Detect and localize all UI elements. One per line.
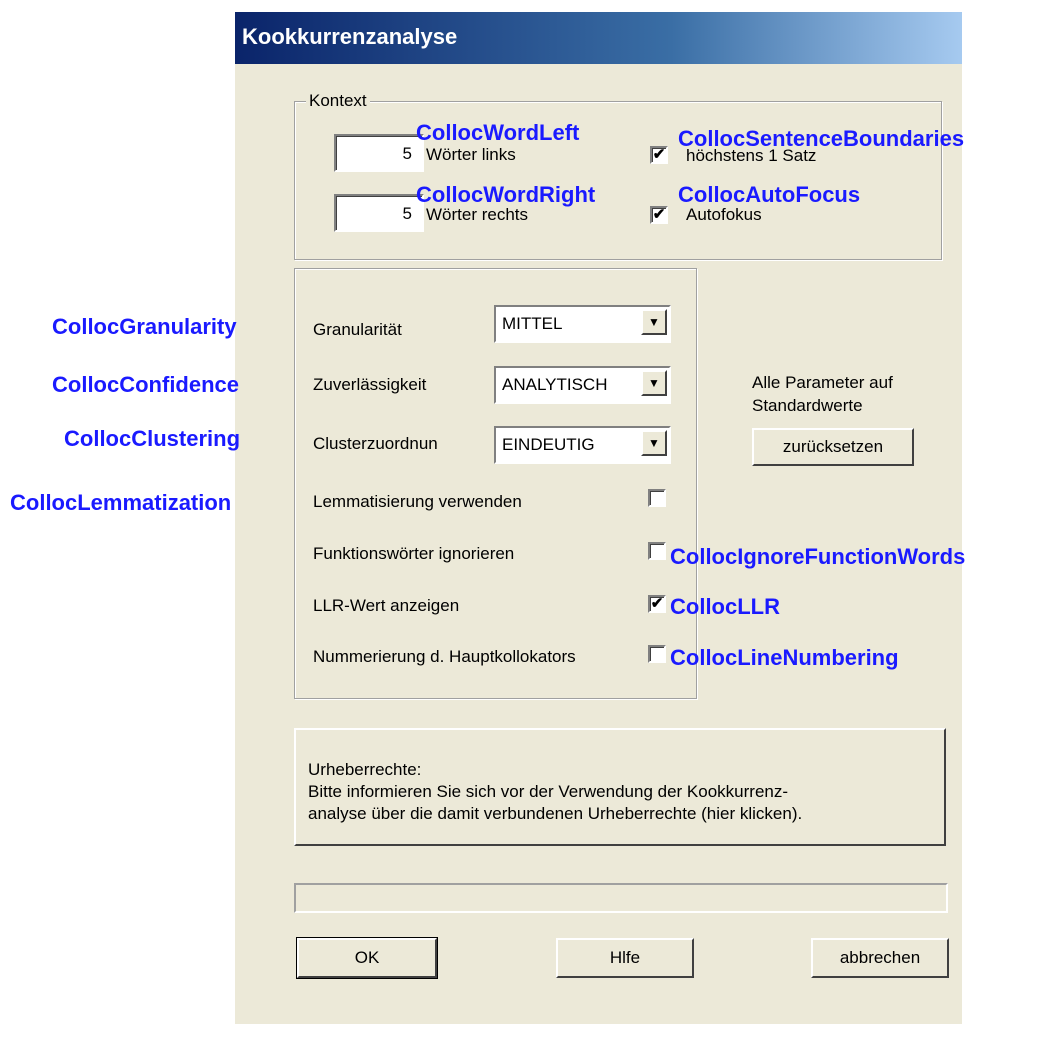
numbering-checkbox[interactable] <box>648 645 666 663</box>
annotation-autofocus: CollocAutoFocus <box>678 182 861 207</box>
copyright-line2: Bitte informieren Sie sich vor der Verwe… <box>308 782 789 801</box>
copyright-line3: analyse über die damit verbundenen Urheb… <box>308 804 803 823</box>
annotation-line-numbering: CollocLineNumbering <box>670 645 899 670</box>
numbering-label: Nummerierung d. Hauptkollokators <box>313 647 576 666</box>
autofocus-label: Autofokus <box>686 205 762 224</box>
annotation-confidence: CollocConfidence <box>52 372 240 397</box>
copyright-button[interactable]: Urheberrechte: Bitte informieren Sie sic… <box>294 728 946 846</box>
llr-label: LLR-Wert anzeigen <box>313 596 460 615</box>
ok-button-label: OK <box>354 948 380 967</box>
granularity-value: MITTEL <box>502 314 563 333</box>
words-right-value: 5 <box>402 204 412 223</box>
granularity-label: Granularität <box>313 320 402 339</box>
chevron-down-icon[interactable]: ▼ <box>641 430 667 456</box>
autofocus-checkbox[interactable]: ✔ <box>650 206 668 224</box>
annotation-llr: CollocLLR <box>670 594 780 619</box>
copyright-line1: Urheberrechte: <box>308 760 422 779</box>
words-right-label: Wörter rechts <box>426 205 529 224</box>
confidence-select[interactable]: ANALYTISCH ▼ <box>494 366 671 404</box>
reset-text-line1: Alle Parameter auf <box>752 373 893 392</box>
reset-button[interactable]: zurücksetzen <box>752 428 914 466</box>
help-button-label: Hlfe <box>609 948 641 967</box>
cancel-button[interactable]: abbrechen <box>811 938 949 978</box>
cancel-button-label: abbrechen <box>839 948 921 967</box>
annotation-lemmatization: CollocLemmatization <box>10 490 232 515</box>
annotation-granularity: CollocGranularity <box>52 314 237 339</box>
function-words-label: Funktionswörter ignorieren <box>313 544 515 563</box>
chevron-down-icon[interactable]: ▼ <box>641 370 667 396</box>
context-group-label: Kontext <box>306 91 370 111</box>
confidence-label: Zuverlässigkeit <box>313 375 427 394</box>
granularity-select[interactable]: MITTEL ▼ <box>494 305 671 343</box>
lemmatization-label: Lemmatisierung verwenden <box>313 492 522 511</box>
clustering-label: Clusterzuordnun <box>313 434 438 453</box>
lemmatization-checkbox[interactable] <box>648 489 666 507</box>
annotation-word-left: CollocWordLeft <box>416 120 580 145</box>
progress-bar <box>294 883 948 913</box>
words-left-label: Wörter links <box>426 145 516 164</box>
words-left-value: 5 <box>402 144 412 163</box>
llr-checkbox[interactable]: ✔ <box>648 595 666 613</box>
clustering-value: EINDEUTIG <box>502 435 595 454</box>
help-button[interactable]: Hlfe <box>556 938 694 978</box>
confidence-value: ANALYTISCH <box>502 375 608 394</box>
reset-button-label: zurücksetzen <box>782 437 884 456</box>
context-group <box>294 101 942 260</box>
ok-button[interactable]: OK <box>296 937 438 979</box>
max-sentence-checkbox[interactable]: ✔ <box>650 146 668 164</box>
words-right-input[interactable]: 5 <box>334 194 424 232</box>
clustering-select[interactable]: EINDEUTIG ▼ <box>494 426 671 464</box>
words-left-input[interactable]: 5 <box>334 134 424 172</box>
function-words-checkbox[interactable] <box>648 542 666 560</box>
annotation-clustering: CollocClustering <box>64 426 241 451</box>
reset-text-line2: Standardwerte <box>752 396 863 415</box>
chevron-down-icon[interactable]: ▼ <box>641 309 667 335</box>
annotation-ignore-function-words: CollocIgnoreFunctionWords <box>670 544 966 569</box>
window-title: Kookkurrenzanalyse <box>242 24 458 49</box>
annotation-word-right: CollocWordRight <box>416 182 596 207</box>
annotation-sentence-boundaries: CollocSentenceBoundaries <box>678 126 965 151</box>
